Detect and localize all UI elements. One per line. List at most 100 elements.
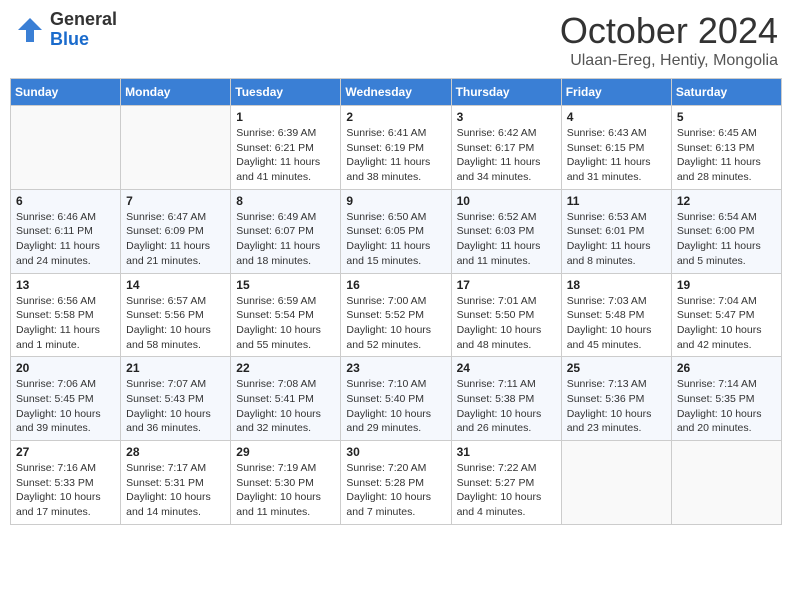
sunrise-text: Sunrise: 7:07 AM: [126, 377, 225, 392]
calendar-title: October 2024: [560, 10, 778, 52]
day-number: 24: [457, 361, 556, 375]
page-header: General Blue October 2024 Ulaan-Ereg, He…: [10, 10, 782, 70]
calendar-cell: 17Sunrise: 7:01 AMSunset: 5:50 PMDayligh…: [451, 273, 561, 357]
calendar-location: Ulaan-Ereg, Hentiy, Mongolia: [560, 52, 778, 70]
sunset-text: Sunset: 5:40 PM: [346, 392, 445, 407]
day-info: Sunrise: 6:46 AMSunset: 6:11 PMDaylight:…: [16, 210, 115, 269]
day-info: Sunrise: 7:10 AMSunset: 5:40 PMDaylight:…: [346, 377, 445, 436]
daylight-text: Daylight: 10 hours and 17 minutes.: [16, 490, 115, 519]
calendar-cell: 2Sunrise: 6:41 AMSunset: 6:19 PMDaylight…: [341, 106, 451, 190]
sunrise-text: Sunrise: 7:19 AM: [236, 461, 335, 476]
calendar-cell: 28 Sunrise: 7:17 AMSunset: 5:31 PMDayligh…: [121, 441, 231, 525]
sunset-text: Sunset: 6:07 PM: [236, 224, 335, 239]
daylight-text: Daylight: 10 hours and 58 minutes.: [126, 323, 225, 352]
calendar-cell: 21Sunrise: 7:07 AMSunset: 5:43 PMDayligh…: [121, 357, 231, 441]
sunrise-text: Sunrise: 7:13 AM: [567, 377, 666, 392]
daylight-text: Daylight: 10 hours and 4 minutes.: [457, 490, 556, 519]
sunset-text: Sunset: 5:56 PM: [126, 308, 225, 323]
calendar-cell: 22Sunrise: 7:08 AMSunset: 5:41 PMDayligh…: [231, 357, 341, 441]
daylight-text: Daylight: 11 hours and 28 minutes.: [677, 155, 776, 184]
day-info: Sunrise: 7:08 AMSunset: 5:41 PMDaylight:…: [236, 377, 335, 436]
day-number: 21: [126, 361, 225, 375]
sunrise-text: Sunrise: 7:11 AM: [457, 377, 556, 392]
sunset-text: Sunset: 5:47 PM: [677, 308, 776, 323]
day-number: 11: [567, 194, 666, 208]
daylight-text: Daylight: 10 hours and 48 minutes.: [457, 323, 556, 352]
day-info: Sunrise: 6:56 AMSunset: 5:58 PMDaylight:…: [16, 294, 115, 353]
daylight-text: Daylight: 11 hours and 31 minutes.: [567, 155, 666, 184]
day-info: Sunrise: 6:49 AMSunset: 6:07 PMDaylight:…: [236, 210, 335, 269]
sunset-text: Sunset: 6:15 PM: [567, 141, 666, 156]
calendar-cell: 3Sunrise: 6:42 AMSunset: 6:17 PMDaylight…: [451, 106, 561, 190]
calendar-cell: 25 Sunrise: 7:13 AMSunset: 5:36 PMDayligh…: [561, 357, 671, 441]
day-number: 5: [677, 110, 776, 124]
sunrise-text: Sunrise: 6:42 AM: [457, 126, 556, 141]
calendar-cell: 8 Sunrise: 6:49 AMSunset: 6:07 PMDaylight…: [231, 189, 341, 273]
daylight-text: Daylight: 11 hours and 21 minutes.: [126, 239, 225, 268]
day-info: Sunrise: 6:53 AMSunset: 6:01 PMDaylight:…: [567, 210, 666, 269]
calendar-cell: 13Sunrise: 6:56 AMSunset: 5:58 PMDayligh…: [11, 273, 121, 357]
daylight-text: Daylight: 11 hours and 8 minutes.: [567, 239, 666, 268]
calendar-cell: 6 Sunrise: 6:46 AMSunset: 6:11 PMDaylight…: [11, 189, 121, 273]
day-info: Sunrise: 6:43 AMSunset: 6:15 PMDaylight:…: [567, 126, 666, 185]
calendar-cell: 20Sunrise: 7:06 AMSunset: 5:45 PMDayligh…: [11, 357, 121, 441]
daylight-text: Daylight: 11 hours and 34 minutes.: [457, 155, 556, 184]
daylight-text: Daylight: 10 hours and 11 minutes.: [236, 490, 335, 519]
daylight-text: Daylight: 11 hours and 5 minutes.: [677, 239, 776, 268]
day-info: Sunrise: 7:13 AMSunset: 5:36 PMDaylight:…: [567, 377, 666, 436]
sunrise-text: Sunrise: 6:39 AM: [236, 126, 335, 141]
day-info: Sunrise: 6:39 AMSunset: 6:21 PMDaylight:…: [236, 126, 335, 185]
day-number: 6: [16, 194, 115, 208]
day-number: 19: [677, 278, 776, 292]
sunrise-text: Sunrise: 6:56 AM: [16, 294, 115, 309]
day-number: 15: [236, 278, 335, 292]
calendar-cell: [561, 441, 671, 525]
daylight-text: Daylight: 10 hours and 52 minutes.: [346, 323, 445, 352]
day-number: 28: [126, 445, 225, 459]
sunset-text: Sunset: 5:58 PM: [16, 308, 115, 323]
day-info: Sunrise: 7:04 AMSunset: 5:47 PMDaylight:…: [677, 294, 776, 353]
calendar-cell: 18 Sunrise: 7:03 AMSunset: 5:48 PMDayligh…: [561, 273, 671, 357]
day-info: Sunrise: 7:17 AMSunset: 5:31 PMDaylight:…: [126, 461, 225, 520]
day-number: 27: [16, 445, 115, 459]
column-header-friday: Friday: [561, 79, 671, 106]
sunrise-text: Sunrise: 7:16 AM: [16, 461, 115, 476]
day-number: 2: [346, 110, 445, 124]
daylight-text: Daylight: 10 hours and 20 minutes.: [677, 407, 776, 436]
day-number: 14: [126, 278, 225, 292]
day-number: 8: [236, 194, 335, 208]
calendar-cell: 24Sunrise: 7:11 AMSunset: 5:38 PMDayligh…: [451, 357, 561, 441]
sunset-text: Sunset: 5:43 PM: [126, 392, 225, 407]
calendar-table: SundayMondayTuesdayWednesdayThursdayFrid…: [10, 78, 782, 525]
day-info: Sunrise: 6:57 AMSunset: 5:56 PMDaylight:…: [126, 294, 225, 353]
column-header-monday: Monday: [121, 79, 231, 106]
sunrise-text: Sunrise: 7:22 AM: [457, 461, 556, 476]
sunrise-text: Sunrise: 6:52 AM: [457, 210, 556, 225]
sunset-text: Sunset: 5:54 PM: [236, 308, 335, 323]
day-number: 30: [346, 445, 445, 459]
column-header-thursday: Thursday: [451, 79, 561, 106]
logo-general-text: General: [50, 9, 117, 29]
logo-icon: [14, 14, 46, 46]
calendar-cell: [11, 106, 121, 190]
calendar-header-row: SundayMondayTuesdayWednesdayThursdayFrid…: [11, 79, 782, 106]
sunset-text: Sunset: 6:09 PM: [126, 224, 225, 239]
daylight-text: Daylight: 11 hours and 24 minutes.: [16, 239, 115, 268]
day-number: 18: [567, 278, 666, 292]
day-number: 7: [126, 194, 225, 208]
sunset-text: Sunset: 6:11 PM: [16, 224, 115, 239]
day-number: 25: [567, 361, 666, 375]
sunrise-text: Sunrise: 7:20 AM: [346, 461, 445, 476]
day-info: Sunrise: 7:14 AMSunset: 5:35 PMDaylight:…: [677, 377, 776, 436]
day-number: 1: [236, 110, 335, 124]
daylight-text: Daylight: 10 hours and 32 minutes.: [236, 407, 335, 436]
daylight-text: Daylight: 10 hours and 29 minutes.: [346, 407, 445, 436]
calendar-cell: [671, 441, 781, 525]
sunrise-text: Sunrise: 7:08 AM: [236, 377, 335, 392]
daylight-text: Daylight: 10 hours and 14 minutes.: [126, 490, 225, 519]
day-info: Sunrise: 7:03 AMSunset: 5:48 PMDaylight:…: [567, 294, 666, 353]
daylight-text: Daylight: 10 hours and 23 minutes.: [567, 407, 666, 436]
day-info: Sunrise: 7:22 AMSunset: 5:27 PMDaylight:…: [457, 461, 556, 520]
sunrise-text: Sunrise: 7:14 AM: [677, 377, 776, 392]
calendar-cell: 23Sunrise: 7:10 AMSunset: 5:40 PMDayligh…: [341, 357, 451, 441]
